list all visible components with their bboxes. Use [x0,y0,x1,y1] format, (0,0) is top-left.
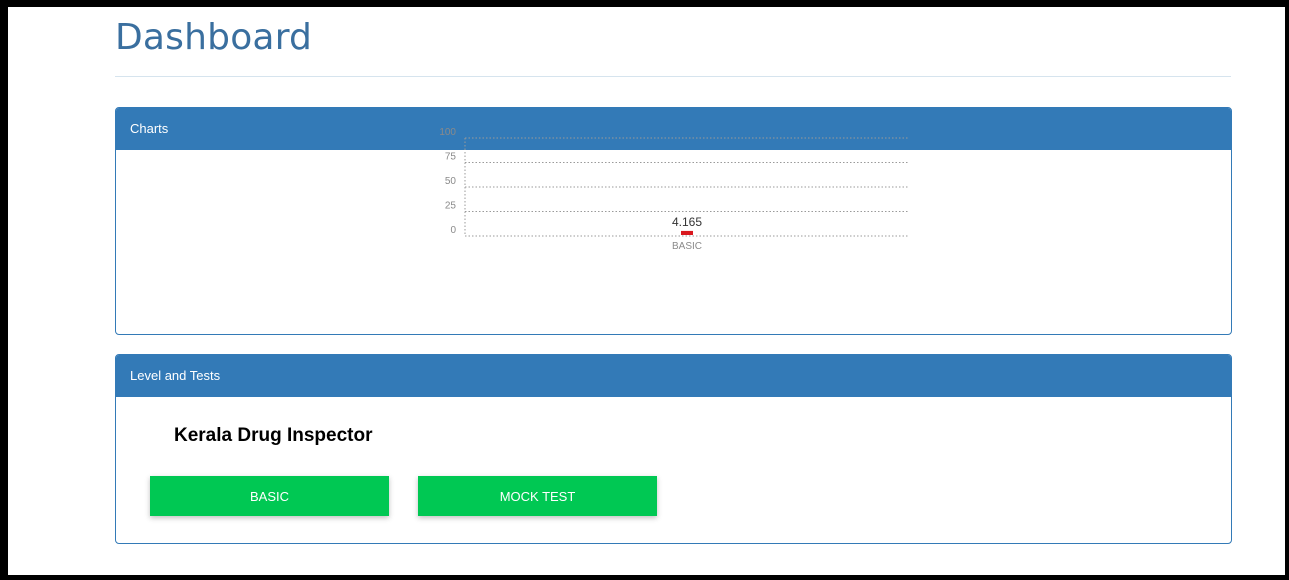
bar-chart: 0 25 50 75 100 4.165 BASIC [439,127,909,252]
y-tick-label: 75 [445,152,457,163]
chart-area: 0 25 50 75 100 4.165 BASIC [431,120,921,260]
levels-panel: Level and Tests Kerala Drug Inspector BA… [115,354,1232,544]
y-tick-label: 100 [439,127,456,138]
title-divider [115,76,1231,77]
charts-panel: Charts 0 25 50 75 100 4.165 BASIC [115,107,1232,335]
y-tick-label: 25 [445,201,457,212]
data-label: 4.165 [672,215,702,229]
x-tick-label: BASIC [672,241,702,252]
page: Dashboard Charts 0 25 50 75 100 4.165 BASIC Le… [8,7,1285,575]
y-tick-label: 50 [445,176,457,187]
levels-panel-heading: Level and Tests [116,355,1231,397]
course-title: Kerala Drug Inspector [174,425,373,446]
page-title: Dashboard [115,17,313,58]
y-tick-label: 0 [450,225,456,236]
basic-button[interactable]: BASIC [150,476,389,516]
bar [681,230,693,235]
mock-test-button[interactable]: MOCK TEST [418,476,657,516]
